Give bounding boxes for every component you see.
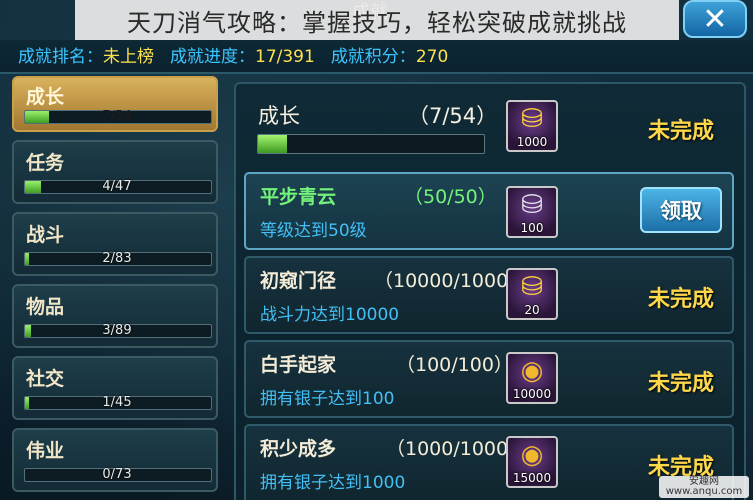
gold-ingot-icon: ⛁: [521, 272, 543, 302]
category-name: 任务: [26, 152, 65, 174]
rank-value: 未上榜: [103, 47, 154, 67]
category-name: 成长: [26, 86, 65, 108]
achievement-desc: 战斗力达到10000: [260, 305, 400, 325]
watermark-url: www.anqu.com: [665, 486, 743, 497]
summary-count: （7/54）: [408, 104, 498, 128]
achievement-name: 白手起家: [260, 354, 337, 376]
achievement-desc: 等级达到50级: [260, 221, 367, 241]
category-tab-combat[interactable]: 战斗 2/83: [12, 212, 218, 276]
close-icon: ✕: [702, 1, 728, 37]
achievement-stats: 成就排名：未上榜 成就进度：17/391 成就积分：270: [18, 42, 464, 67]
achievement-reward[interactable]: ⛁ 20: [506, 268, 558, 320]
summary-progress-bar: [257, 134, 485, 154]
category-count: 0/73: [102, 467, 132, 482]
category-tab-quest[interactable]: 任务 4/47: [12, 140, 218, 204]
achievement-reward[interactable]: ◉ 15000: [506, 436, 558, 488]
silver-ingot-icon: ⛁: [521, 190, 543, 220]
achievement-reward[interactable]: ⛁ 100: [506, 186, 558, 238]
points-value: 270: [415, 47, 449, 67]
summary-progress-fill: [258, 135, 288, 153]
rank-label: 成就排名：: [18, 47, 103, 67]
summary-reward[interactable]: ⛁ 1000: [506, 100, 558, 152]
article-title-banner: 天刀消气攻略：掌握技巧，轻松突破成就挑战: [75, 0, 679, 40]
summary-category-name: 成长: [258, 104, 300, 128]
category-count: 1/45: [102, 395, 132, 410]
points-label: 成就积分：: [330, 47, 416, 67]
achievement-status: 未完成: [648, 370, 715, 396]
achievement-name: 初窥门径: [260, 270, 337, 292]
reward-amount: 10000: [512, 387, 552, 401]
copper-coin-icon: ◉: [520, 356, 544, 386]
category-name: 物品: [26, 296, 65, 318]
achievement-desc: 拥有银子达到100: [260, 389, 395, 409]
summary-status: 未完成: [648, 118, 715, 144]
category-name: 伟业: [26, 440, 65, 462]
progress-label: 成就进度：: [170, 47, 255, 67]
achievement-reward[interactable]: ◉ 10000: [506, 352, 558, 404]
achievement-name: 平步青云: [260, 186, 337, 208]
category-tab-growth[interactable]: 成长 7/54: [12, 76, 218, 132]
reward-amount: 20: [524, 303, 540, 317]
category-tab-feats[interactable]: 伟业 0/73: [12, 428, 218, 492]
close-button[interactable]: ✕: [683, 0, 747, 38]
progress-value: 17/391: [255, 47, 315, 67]
category-name: 战斗: [26, 224, 65, 246]
claim-button[interactable]: 领取: [640, 187, 722, 233]
category-count: 2/83: [102, 251, 132, 266]
category-tab-social[interactable]: 社交 1/45: [12, 356, 218, 420]
category-count: 3/89: [102, 323, 132, 338]
site-watermark: 安趣网 www.anqu.com: [659, 476, 749, 498]
category-count: 7/54: [102, 109, 132, 124]
achievement-progress: （50/50）: [404, 186, 497, 208]
achievement-progress: （100/100）: [396, 354, 513, 376]
gold-ingot-icon: ⛁: [521, 104, 543, 134]
achievement-desc: 拥有银子达到1000: [260, 473, 406, 493]
reward-amount: 15000: [512, 471, 552, 485]
reward-amount: 1000: [516, 135, 548, 149]
achievement-name: 积少成多: [260, 438, 337, 460]
reward-amount: 100: [520, 221, 544, 235]
category-count: 4/47: [102, 179, 132, 194]
category-tab-items[interactable]: 物品 3/89: [12, 284, 218, 348]
category-name: 社交: [26, 368, 65, 390]
achievement-status: 未完成: [648, 286, 715, 312]
copper-coin-icon: ◉: [520, 440, 544, 470]
